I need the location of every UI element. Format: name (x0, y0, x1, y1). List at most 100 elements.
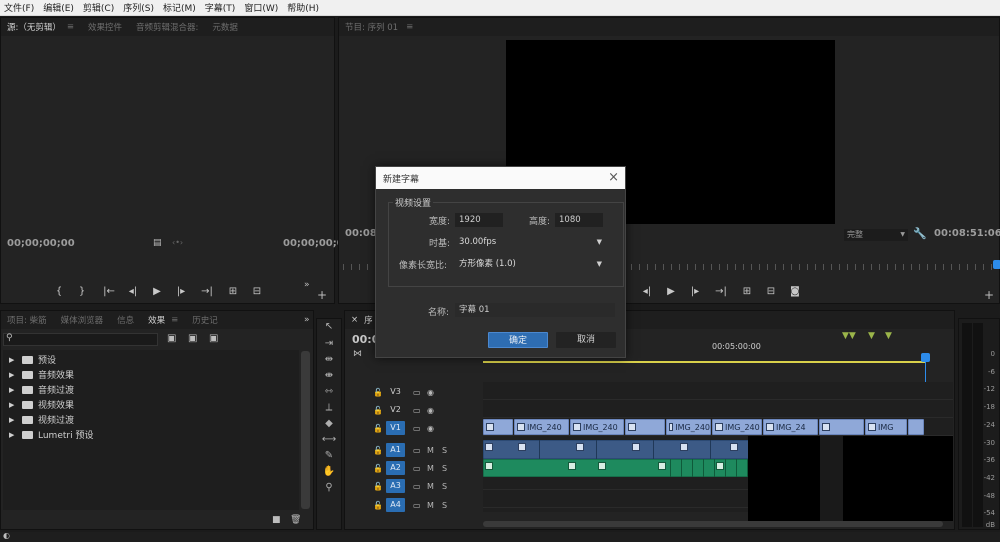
video-clip[interactable] (819, 419, 864, 435)
cancel-button[interactable]: 取消 (556, 332, 616, 348)
mute-button[interactable]: M (427, 464, 434, 473)
video-clip[interactable] (483, 419, 513, 435)
solo-button[interactable]: S (442, 464, 447, 473)
expand-triangle-icon[interactable]: ▶ (9, 401, 17, 409)
menu-edit[interactable]: 编辑(E) (43, 1, 74, 14)
track-name[interactable]: V2 (386, 403, 405, 417)
track-name[interactable]: A1 (386, 443, 405, 457)
sync-lock-icon[interactable]: ▭ (413, 482, 421, 491)
menu-sequence[interactable]: 序列(S) (123, 1, 154, 14)
yuv-effects-icon[interactable]: ▣ (209, 333, 218, 344)
wrench-icon[interactable]: 🔧 (913, 227, 927, 240)
video-clip[interactable]: IMG_240 (712, 419, 762, 435)
tab-source[interactable]: 源:（无剪辑） (7, 21, 61, 33)
expand-triangle-icon[interactable]: ▶ (9, 371, 17, 379)
video-clip[interactable] (625, 419, 665, 435)
lock-icon[interactable]: 🔓 (373, 482, 383, 491)
width-input[interactable]: 1920 (455, 213, 503, 227)
tab-menu-icon[interactable]: ≡ (67, 22, 74, 32)
video-clip[interactable]: IMG (865, 419, 907, 435)
razor-tool-icon[interactable]: ⟂ (320, 400, 338, 416)
add-button-icon[interactable]: + (984, 288, 994, 302)
lock-icon[interactable]: 🔓 (373, 446, 383, 455)
marker-icon[interactable]: ▼ (868, 331, 875, 341)
track-name[interactable]: V1 (386, 421, 405, 435)
go-to-out-icon[interactable]: →| (193, 286, 221, 297)
lift-icon[interactable]: ⊞ (735, 286, 759, 297)
lock-icon[interactable]: 🔓 (373, 501, 383, 510)
effects-item-video-transitions[interactable]: ▶ 视频过渡 (9, 412, 74, 427)
playhead-handle[interactable] (921, 353, 930, 362)
expand-triangle-icon[interactable]: ▶ (9, 356, 17, 364)
sync-lock-icon[interactable]: ▭ (413, 388, 421, 397)
rate-stretch-tool-icon[interactable]: ⇿ (320, 384, 338, 400)
export-frame-icon[interactable]: ▤ (153, 238, 162, 248)
pixel-aspect-select[interactable]: 方形像素 (1.0) ▼ (455, 257, 605, 271)
work-area-bar[interactable] (483, 361, 926, 363)
track-a2[interactable]: 🔓 A2 ▭ M S (346, 459, 482, 477)
solo-button[interactable]: S (442, 501, 447, 510)
name-input[interactable]: 字幕 01 (455, 303, 615, 317)
tab-project[interactable]: 项目: 柴筋 (7, 314, 47, 326)
sync-lock-icon[interactable]: ▭ (413, 501, 421, 510)
menu-clip[interactable]: 剪辑(C) (83, 1, 114, 14)
tab-history[interactable]: 历史记 (192, 314, 218, 326)
video-clip[interactable]: IMG_240 (666, 419, 711, 435)
mute-button[interactable]: M (427, 482, 434, 491)
tab-media-browser[interactable]: 媒体浏览器 (61, 314, 104, 326)
step-forward-icon[interactable]: |▸ (683, 286, 707, 297)
tab-metadata[interactable]: 元数据 (212, 21, 238, 33)
accelerated-effects-icon[interactable]: ▣ (167, 333, 176, 344)
eye-icon[interactable]: ◉ (427, 388, 434, 397)
effects-scrollbar[interactable] (301, 351, 310, 509)
height-input[interactable]: 1080 (555, 213, 603, 227)
video-clip[interactable]: IMG_240 (570, 419, 624, 435)
hand-tool-icon[interactable]: ✋ (320, 464, 338, 480)
status-icon[interactable]: ◐ (3, 531, 10, 540)
track-name[interactable]: A2 (386, 461, 405, 475)
source-timecode-right[interactable]: 00;00;00;0 (283, 238, 344, 249)
add-button-icon[interactable]: + (317, 288, 327, 302)
sync-lock-icon[interactable]: ▭ (413, 406, 421, 415)
snap-icon[interactable]: ⋈ (353, 349, 362, 359)
mute-button[interactable]: M (427, 446, 434, 455)
insert-clip-icon[interactable]: ⊞ (221, 286, 245, 297)
go-to-out-icon[interactable]: →| (707, 286, 735, 297)
tab-program[interactable]: 节目: 序列 01 (345, 21, 398, 33)
track-a4[interactable]: 🔓 A4 ▭ M S (346, 496, 482, 514)
track-name[interactable]: V3 (386, 385, 405, 399)
more-tabs-icon[interactable]: » (304, 315, 310, 325)
track-a1[interactable]: 🔓 A1 ▭ M S (346, 441, 482, 459)
zoom-tool-icon[interactable]: ⚲ (320, 480, 338, 496)
trash-icon[interactable]: 🗑 (290, 515, 301, 525)
rolling-edit-tool-icon[interactable]: ⇼ (320, 368, 338, 384)
track-v3[interactable]: 🔓 V3 ▭ ◉ (346, 383, 482, 401)
effects-item-audio-effects[interactable]: ▶ 音频效果 (9, 367, 74, 382)
extract-icon[interactable]: ⊟ (759, 286, 783, 297)
step-back-icon[interactable]: ◂| (635, 286, 659, 297)
scrollbar[interactable] (483, 521, 943, 527)
camera-icon[interactable]: ◙ (783, 286, 807, 297)
menu-help[interactable]: 帮助(H) (287, 1, 319, 14)
tab-effect-controls[interactable]: 效果控件 (88, 21, 122, 33)
tab-effects[interactable]: 效果 (148, 314, 165, 326)
marker-icon[interactable]: ▼▼ (842, 331, 856, 341)
eye-icon[interactable]: ◉ (427, 406, 434, 415)
ripple-edit-tool-icon[interactable]: ⇹ (320, 352, 338, 368)
lock-icon[interactable]: 🔓 (373, 388, 383, 397)
effects-item-lumetri-presets[interactable]: ▶ Lumetri 预设 (9, 427, 93, 442)
more-controls-icon[interactable]: » (304, 280, 310, 290)
sync-lock-icon[interactable]: ▭ (413, 446, 421, 455)
expand-triangle-icon[interactable]: ▶ (9, 416, 17, 424)
track-select-tool-icon[interactable]: ⇥ (320, 336, 338, 352)
tab-sequence[interactable]: 序 (364, 314, 373, 326)
eye-icon[interactable]: ◉ (427, 424, 434, 433)
close-icon[interactable]: × (608, 170, 619, 186)
step-forward-icon[interactable]: |▸ (169, 286, 193, 297)
zoom-select[interactable]: 完整 ▼ (844, 229, 908, 241)
close-icon[interactable]: × (351, 315, 358, 325)
ok-button[interactable]: 确定 (488, 332, 548, 348)
menu-marker[interactable]: 标记(M) (163, 1, 196, 14)
menu-file[interactable]: 文件(F) (4, 1, 34, 14)
menu-window[interactable]: 窗口(W) (244, 1, 278, 14)
